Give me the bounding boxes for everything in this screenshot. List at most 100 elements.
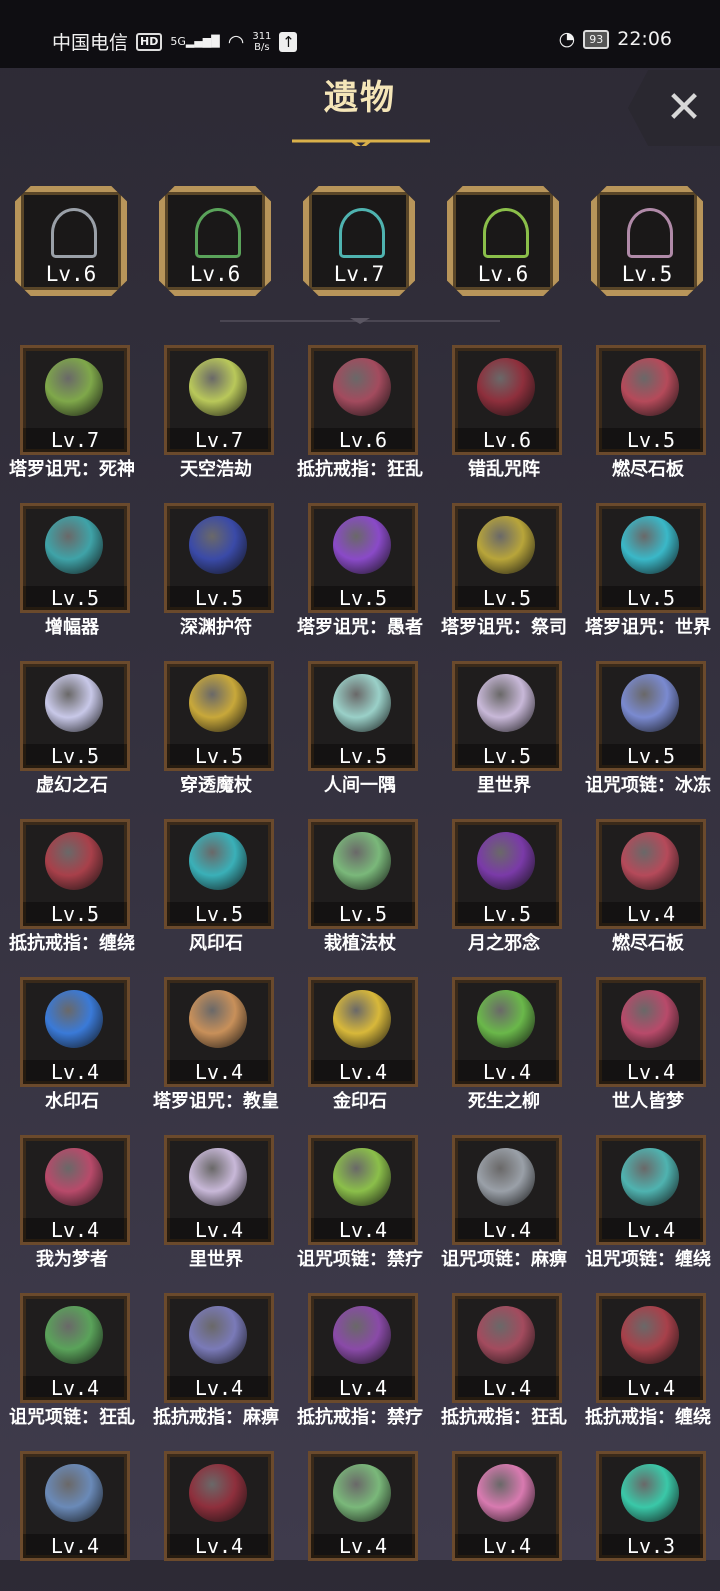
relic-card[interactable]: Lv.4 诅咒项链：狂乱 xyxy=(0,1293,144,1433)
relic-card[interactable]: Lv.4 燃尽石板 xyxy=(576,819,720,959)
status-left: 中国电信 HD 5G▂▄▆█ ◠ 311 B/s ↑ xyxy=(52,28,298,55)
relic-frame: Lv.5 xyxy=(308,503,418,613)
relic-card[interactable]: Lv.4 水印石 xyxy=(0,977,144,1117)
relic-card[interactable]: Lv.5 抵抗戒指：缠绕 xyxy=(0,819,144,959)
relic-frame: Lv.6 xyxy=(308,345,418,455)
relic-level: Lv.4 xyxy=(167,1218,271,1242)
relic-card[interactable]: Lv.5 月之邪念 xyxy=(432,819,576,959)
relic-icon xyxy=(333,1148,391,1206)
relic-card[interactable]: Lv.4 里世界 xyxy=(144,1135,288,1275)
relic-card[interactable]: Lv.5 深渊护符 xyxy=(144,503,288,643)
relic-frame: Lv.4 xyxy=(164,977,274,1087)
relic-card[interactable]: Lv.4 我为梦者 xyxy=(0,1135,144,1275)
relic-card[interactable]: Lv.4 金印石 xyxy=(288,977,432,1117)
relic-card[interactable]: Lv.6 错乱咒阵 xyxy=(432,345,576,485)
relic-level: Lv.5 xyxy=(311,586,415,610)
relic-card[interactable]: Lv.5 人间一隅 xyxy=(288,661,432,801)
relic-card[interactable]: Lv.4 xyxy=(144,1451,288,1591)
relic-icon xyxy=(621,832,679,890)
relic-frame: Lv.5 xyxy=(164,819,274,929)
relic-card[interactable]: Lv.4 塔罗诅咒：教皇 xyxy=(144,977,288,1117)
relic-card[interactable]: Lv.5 里世界 xyxy=(432,661,576,801)
relic-name: 塔罗诅咒：死神 xyxy=(9,459,135,480)
relic-card[interactable]: Lv.5 燃尽石板 xyxy=(576,345,720,485)
relic-card[interactable]: Lv.4 xyxy=(288,1451,432,1591)
relic-name: 风印石 xyxy=(189,933,243,954)
relic-frame: Lv.5 xyxy=(20,819,130,929)
relic-name: 错乱咒阵 xyxy=(468,459,540,480)
relic-name: 虚幻之石 xyxy=(36,775,108,796)
relic-card[interactable]: Lv.5 虚幻之石 xyxy=(0,661,144,801)
relic-level: Lv.5 xyxy=(23,744,127,768)
relic-frame: Lv.7 xyxy=(20,345,130,455)
relic-frame: Lv.4 xyxy=(308,1135,418,1245)
relic-icon xyxy=(189,674,247,732)
relic-card[interactable]: Lv.4 诅咒项链：禁疗 xyxy=(288,1135,432,1275)
relic-card[interactable]: Lv.4 xyxy=(0,1451,144,1591)
relic-card[interactable]: Lv.4 抵抗戒指：缠绕 xyxy=(576,1293,720,1433)
relic-frame: Lv.4 xyxy=(308,977,418,1087)
equipped-slot[interactable]: Lv.6 xyxy=(447,186,559,296)
equipped-slot[interactable]: Lv.6 xyxy=(15,186,127,296)
hd-badge: HD xyxy=(136,32,163,51)
relic-card[interactable]: Lv.4 死生之柳 xyxy=(432,977,576,1117)
relic-card[interactable]: Lv.5 塔罗诅咒：祭司 xyxy=(432,503,576,643)
relic-frame: Lv.5 xyxy=(452,503,562,613)
relic-name: 塔罗诅咒：世界 xyxy=(585,617,711,638)
relic-card[interactable]: Lv.4 世人皆梦 xyxy=(576,977,720,1117)
relic-name: 金印石 xyxy=(333,1091,387,1112)
relic-card[interactable]: Lv.4 抵抗戒指：禁疗 xyxy=(288,1293,432,1433)
relic-frame: Lv.4 xyxy=(596,977,706,1087)
relic-frame: Lv.5 xyxy=(596,661,706,771)
equipped-slot[interactable]: Lv.7 xyxy=(303,186,415,296)
relic-card[interactable]: Lv.4 xyxy=(432,1451,576,1591)
relic-icon xyxy=(477,1148,535,1206)
net-speed-value: 311 xyxy=(252,30,272,42)
relic-level: Lv.4 xyxy=(599,1376,703,1400)
relic-level: Lv.4 xyxy=(23,1376,127,1400)
relic-card[interactable]: Lv.5 穿透魔杖 xyxy=(144,661,288,801)
relic-level: Lv.5 xyxy=(599,428,703,452)
relic-card[interactable]: Lv.5 风印石 xyxy=(144,819,288,959)
relic-name: 诅咒项链：冰冻 xyxy=(585,775,711,796)
relic-frame: Lv.5 xyxy=(20,503,130,613)
relic-frame: Lv.5 xyxy=(308,661,418,771)
equipped-slot[interactable]: Lv.5 xyxy=(591,186,703,296)
relic-level: Lv.4 xyxy=(23,1060,127,1084)
relic-card[interactable]: Lv.7 天空浩劫 xyxy=(144,345,288,485)
relic-level: Lv.5 xyxy=(167,586,271,610)
relic-name: 人间一隅 xyxy=(324,775,396,796)
relic-card[interactable]: Lv.5 栽植法杖 xyxy=(288,819,432,959)
relic-frame: Lv.4 xyxy=(20,1451,130,1561)
relic-card[interactable]: Lv.7 塔罗诅咒：死神 xyxy=(0,345,144,485)
relic-frame: Lv.4 xyxy=(596,819,706,929)
relic-card[interactable]: Lv.4 诅咒项链：缠绕 xyxy=(576,1135,720,1275)
relic-icon xyxy=(621,1306,679,1364)
relic-icon xyxy=(333,674,391,732)
relic-level: Lv.7 xyxy=(167,428,271,452)
relic-name: 里世界 xyxy=(477,775,531,796)
relic-icon xyxy=(333,516,391,574)
relic-icon xyxy=(477,358,535,416)
section-divider xyxy=(220,318,500,324)
relic-card[interactable]: Lv.5 诅咒项链：冰冻 xyxy=(576,661,720,801)
relic-card[interactable]: Lv.4 抵抗戒指：麻痹 xyxy=(144,1293,288,1433)
speedometer-icon: ◔ xyxy=(558,28,576,50)
relic-level: Lv.4 xyxy=(455,1534,559,1558)
relic-card[interactable]: Lv.4 抵抗戒指：狂乱 xyxy=(432,1293,576,1433)
relic-level: Lv.4 xyxy=(23,1218,127,1242)
clock: 22:06 xyxy=(617,28,672,50)
equipped-slot[interactable]: Lv.6 xyxy=(159,186,271,296)
relic-card[interactable]: Lv.6 抵抗戒指：狂乱 xyxy=(288,345,432,485)
relic-card[interactable]: Lv.5 塔罗诅咒：愚者 xyxy=(288,503,432,643)
relic-name: 我为梦者 xyxy=(36,1249,108,1270)
relic-frame: Lv.4 xyxy=(452,1293,562,1403)
relic-card[interactable]: Lv.3 xyxy=(576,1451,720,1591)
relic-card[interactable]: Lv.4 诅咒项链：麻痹 xyxy=(432,1135,576,1275)
relic-name: 塔罗诅咒：祭司 xyxy=(441,617,567,638)
relic-frame: Lv.4 xyxy=(20,1293,130,1403)
relic-card[interactable]: Lv.5 塔罗诅咒：世界 xyxy=(576,503,720,643)
relic-card[interactable]: Lv.5 增幅器 xyxy=(0,503,144,643)
relic-level: Lv.5 xyxy=(599,586,703,610)
relic-level: Lv.5 xyxy=(455,902,559,926)
